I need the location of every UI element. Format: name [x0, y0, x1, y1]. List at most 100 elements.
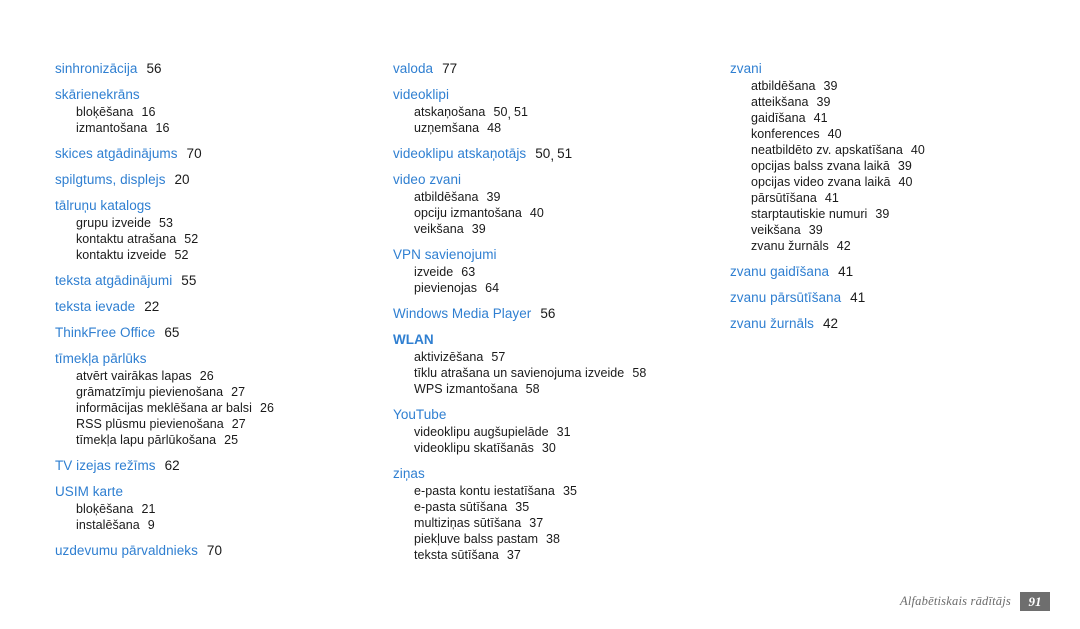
- index-subentry-list: atvērt vairākas lapas 26 grāmatzīmju pievi…: [55, 368, 375, 448]
- index-term-label: USIM karte: [55, 484, 124, 499]
- index-subentry[interactable]: starptautiskie numuri 39: [730, 206, 1060, 222]
- index-subentry[interactable]: neatbildēto zv. apskatīšana 40: [730, 142, 1060, 158]
- index-subentry-label: multiziņas sūtīšana: [414, 516, 522, 530]
- index-term-label: VPN savienojumi: [393, 247, 497, 262]
- index-term[interactable]: YouTube: [393, 406, 723, 423]
- index-term[interactable]: zvani: [730, 60, 1060, 77]
- page-footer: Alfabētiskais rādītājs 91: [900, 591, 1050, 611]
- index-subentry[interactable]: kontaktu izveide 52: [55, 247, 375, 263]
- index-subentry[interactable]: instalēšana 9: [55, 517, 375, 533]
- index-subentry-list: grupu izveide 53 kontaktu atrašana 52 kontak…: [55, 215, 375, 263]
- index-subentry[interactable]: veikšana 39: [393, 221, 723, 237]
- index-term-label: tālruņu katalogs: [55, 198, 152, 213]
- index-term[interactable]: ziņas: [393, 465, 723, 482]
- index-subentry-label: opciju izmantošana: [414, 206, 522, 220]
- index-entry: tālruņu katalogs grupu izveide 53 kontaktu …: [55, 197, 375, 263]
- index-term-label: skārienekrāns: [55, 87, 140, 102]
- index-term[interactable]: uzdevumu pārvaldnieks 70: [55, 542, 375, 559]
- index-subentry-label: atbildēšana: [414, 190, 479, 204]
- index-subentry[interactable]: tīklu atrašana un savienojuma izveide 58: [393, 365, 723, 381]
- index-subentry[interactable]: opcijas balss zvana laikā 39: [730, 158, 1060, 174]
- index-term[interactable]: USIM karte: [55, 483, 375, 500]
- index-term[interactable]: skārienekrāns: [55, 86, 375, 103]
- index-subentry[interactable]: tīmekļa lapu pārlūkošana 25: [55, 432, 375, 448]
- index-term-label: TV izejas režīms: [55, 458, 156, 473]
- index-subentry[interactable]: uzņemšana 48: [393, 120, 723, 136]
- index-term[interactable]: sinhronizācija 56: [55, 60, 375, 77]
- index-subentry[interactable]: gaidīšana 41: [730, 110, 1060, 126]
- index-subentry-label: atskaņošana: [414, 105, 486, 119]
- index-subentry-label: piekļuve balss pastam: [414, 532, 539, 546]
- index-term[interactable]: zvanu gaidīšana 41: [730, 263, 1060, 280]
- index-subentry[interactable]: piekļuve balss pastam 38: [393, 531, 723, 547]
- index-term[interactable]: skices atgādinājums 70: [55, 145, 375, 162]
- index-column-3: zvani atbildēšana 39 atteikšana 39 gaidīšana 4…: [730, 60, 1060, 332]
- index-term[interactable]: video zvani: [393, 171, 723, 188]
- index-entry: spilgtums, displejs 20: [55, 171, 375, 188]
- index-term[interactable]: TV izejas režīms 62: [55, 457, 375, 474]
- index-subentry[interactable]: pārsūtīšana 41: [730, 190, 1060, 206]
- index-subentry-label: uzņemšana: [414, 121, 480, 135]
- index-subentry[interactable]: WPS izmantošana 58: [393, 381, 723, 397]
- index-subentry[interactable]: e-pasta sūtīšana 35: [393, 499, 723, 515]
- index-subentry-label: veikšana: [751, 223, 801, 237]
- index-term[interactable]: zvanu pārsūtīšana 41: [730, 289, 1060, 306]
- index-subentry[interactable]: kontaktu atrašana 52: [55, 231, 375, 247]
- index-subentry[interactable]: opcijas video zvana laikā 40: [730, 174, 1060, 190]
- index-subentry[interactable]: e-pasta kontu iestatīšana 35: [393, 483, 723, 499]
- index-subentry[interactable]: atvērt vairākas lapas 26: [55, 368, 375, 384]
- page-reference: 62: [164, 458, 180, 473]
- index-term-label: zvani: [730, 61, 762, 76]
- index-term[interactable]: teksta ievade 22: [55, 298, 375, 315]
- index-subentry[interactable]: multiziņas sūtīšana 37: [393, 515, 723, 531]
- page-reference: 65: [164, 325, 180, 340]
- index-term[interactable]: tīmekļa pārlūks: [55, 350, 375, 367]
- index-term[interactable]: videoklipu atskaņotājs 50, 51: [393, 145, 723, 163]
- index-subentry[interactable]: izmantošana 16: [55, 120, 375, 136]
- index-entry: teksta ievade 22: [55, 298, 375, 315]
- index-subentry-label: konferences: [751, 127, 820, 141]
- index-subentry-label: videoklipu skatīšanās: [414, 441, 534, 455]
- page-reference: 40: [529, 206, 544, 220]
- index-entry: tīmekļa pārlūks atvērt vairākas lapas 26 gr…: [55, 350, 375, 448]
- index-term[interactable]: teksta atgādinājumi 55: [55, 272, 375, 289]
- index-subentry[interactable]: bloķēšana 16: [55, 104, 375, 120]
- page-reference: 27: [231, 385, 246, 399]
- index-term[interactable]: valoda 77: [393, 60, 723, 77]
- index-term[interactable]: zvanu žurnāls 42: [730, 315, 1060, 332]
- index-subentry-label: izmantošana: [76, 121, 148, 135]
- index-term[interactable]: spilgtums, displejs 20: [55, 171, 375, 188]
- index-subentry[interactable]: teksta sūtīšana 37: [393, 547, 723, 563]
- index-subentry[interactable]: grupu izveide 53: [55, 215, 375, 231]
- index-term-label: video zvani: [393, 172, 462, 187]
- index-subentry-label: tīmekļa lapu pārlūkošana: [76, 433, 217, 447]
- index-subentry[interactable]: zvanu žurnāls 42: [730, 238, 1060, 254]
- index-term[interactable]: videoklipi: [393, 86, 723, 103]
- index-term[interactable]: tālruņu katalogs: [55, 197, 375, 214]
- index-subentry[interactable]: aktivizēšana 57: [393, 349, 723, 365]
- index-term[interactable]: VPN savienojumi: [393, 246, 723, 263]
- index-term[interactable]: WLAN: [393, 331, 723, 348]
- index-subentry[interactable]: informācijas meklēšana ar balsi 26: [55, 400, 375, 416]
- index-subentry[interactable]: atteikšana 39: [730, 94, 1060, 110]
- index-term-label: ziņas: [393, 466, 425, 481]
- index-subentry[interactable]: atbildēšana 39: [393, 189, 723, 205]
- index-subentry[interactable]: RSS plūsmu pievienošana 27: [55, 416, 375, 432]
- index-subentry[interactable]: videoklipu skatīšanās 30: [393, 440, 723, 456]
- index-term[interactable]: ThinkFree Office 65: [55, 324, 375, 341]
- index-subentry[interactable]: atskaņošana 50, 51: [393, 104, 723, 121]
- index-term-label: teksta ievade: [55, 299, 136, 314]
- page-reference: 16: [155, 121, 170, 135]
- index-subentry[interactable]: pievienojas 64: [393, 280, 723, 296]
- index-subentry-label: e-pasta sūtīšana: [414, 500, 508, 514]
- index-term[interactable]: Windows Media Player 56: [393, 305, 723, 322]
- index-subentry[interactable]: grāmatzīmju pievienošana 27: [55, 384, 375, 400]
- index-subentry[interactable]: videoklipu augšupielāde 31: [393, 424, 723, 440]
- index-term-label: zvanu gaidīšana: [730, 264, 830, 279]
- index-subentry[interactable]: veikšana 39: [730, 222, 1060, 238]
- index-subentry[interactable]: opciju izmantošana 40: [393, 205, 723, 221]
- index-subentry[interactable]: izveide 63: [393, 264, 723, 280]
- index-subentry[interactable]: atbildēšana 39: [730, 78, 1060, 94]
- index-subentry[interactable]: konferences 40: [730, 126, 1060, 142]
- index-subentry[interactable]: bloķēšana 21: [55, 501, 375, 517]
